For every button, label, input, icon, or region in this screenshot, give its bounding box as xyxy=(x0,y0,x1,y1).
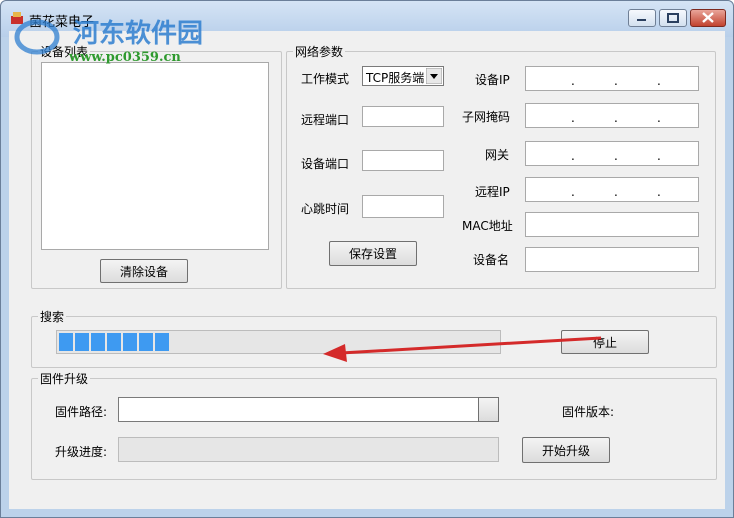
app-window: 菌花菜电子 设备列表 清除设备 网络参数 工作模式 TCP服务端 远程端口 设备… xyxy=(0,0,734,518)
watermark: 河东软件园 www.pc0359.cn xyxy=(1,1,241,81)
watermark-text: 河东软件园 xyxy=(73,19,204,49)
watermark-logo-icon xyxy=(14,19,60,55)
watermark-url: www.pc0359.cn xyxy=(69,50,181,65)
